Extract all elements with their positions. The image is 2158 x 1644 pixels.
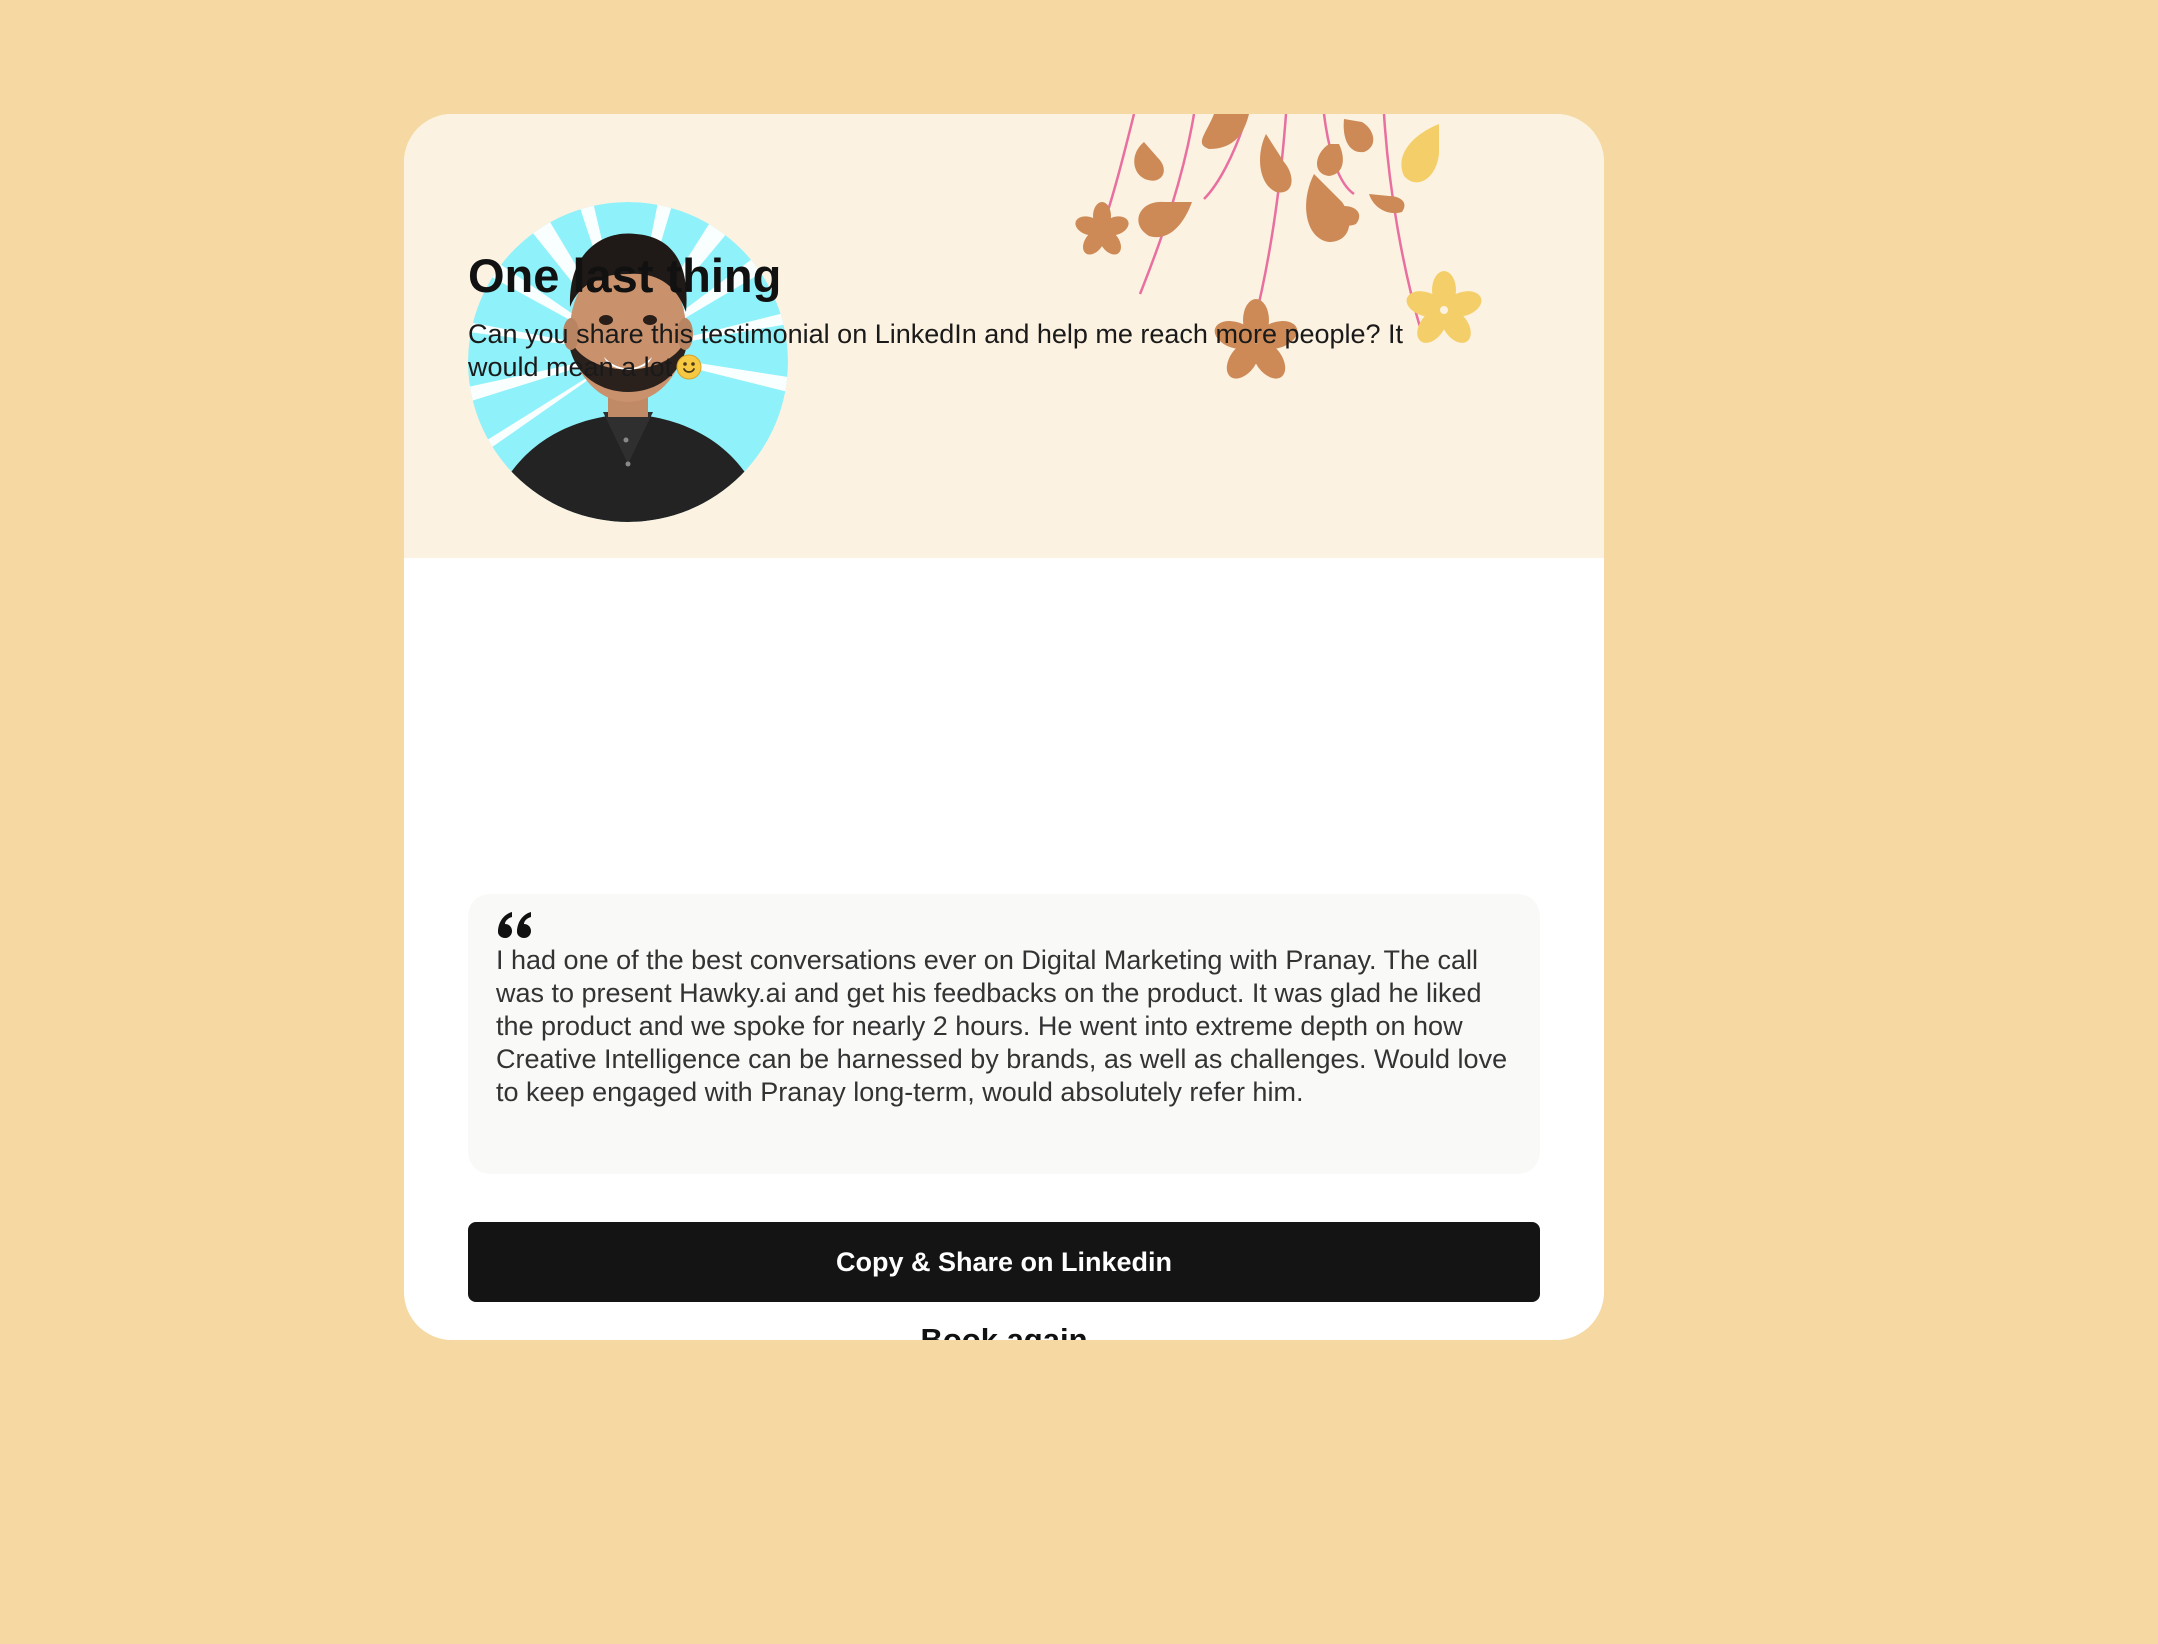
testimonial-text: I had one of the best conversations ever…	[496, 945, 1508, 1107]
book-again-button[interactable]: Book again	[804, 1310, 1204, 1340]
testimonial-quote: I had one of the best conversations ever…	[468, 894, 1540, 1174]
quote-open-icon	[496, 906, 534, 940]
page-title: One last thing	[468, 249, 782, 302]
subtitle-text: Can you share this testimonial on Linked…	[468, 319, 1404, 382]
subtitle: Can you share this testimonial on Linked…	[468, 318, 1478, 384]
testimonial-card: One last thing Can you share this testim…	[404, 114, 1604, 1340]
slightly-smiling-face-icon	[676, 354, 702, 380]
copy-share-linkedin-button[interactable]: Copy & Share on Linkedin	[468, 1222, 1540, 1302]
